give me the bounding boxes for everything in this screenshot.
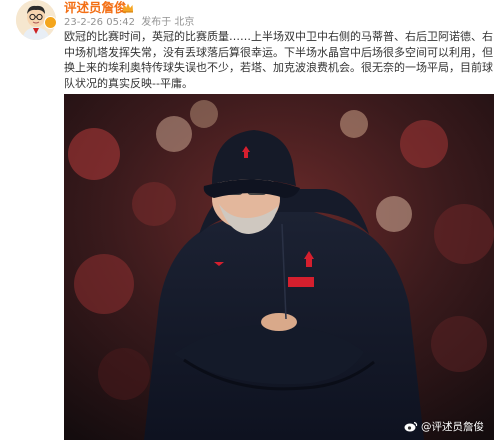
weibo-logo-icon — [404, 421, 418, 432]
post-meta: 23-2-26 05:42 发布于 北京 — [64, 16, 197, 30]
watermark-text: @评述员詹俊 — [421, 421, 484, 433]
coach-photo — [64, 94, 494, 440]
weibo-post: 评述员詹俊 23-2-26 05:42 发布于 北京 欧冠的比赛时间，英冠的比赛… — [0, 0, 500, 440]
verified-badge-icon — [44, 16, 57, 29]
crown-icon — [123, 3, 133, 13]
post-date[interactable]: 23-2-26 05:42 — [64, 17, 135, 28]
image-watermark: @评述员詹俊 — [404, 419, 484, 434]
post-source: 发布于 北京 — [141, 17, 195, 28]
post-text: 欧冠的比赛时间，英冠的比赛质量……上半场双中卫中右侧的马蒂普、右后卫阿诺德、右中… — [64, 30, 493, 90]
author-name[interactable]: 评述员詹俊 — [64, 0, 127, 16]
post-image[interactable]: @评述员詹俊 — [64, 94, 494, 440]
